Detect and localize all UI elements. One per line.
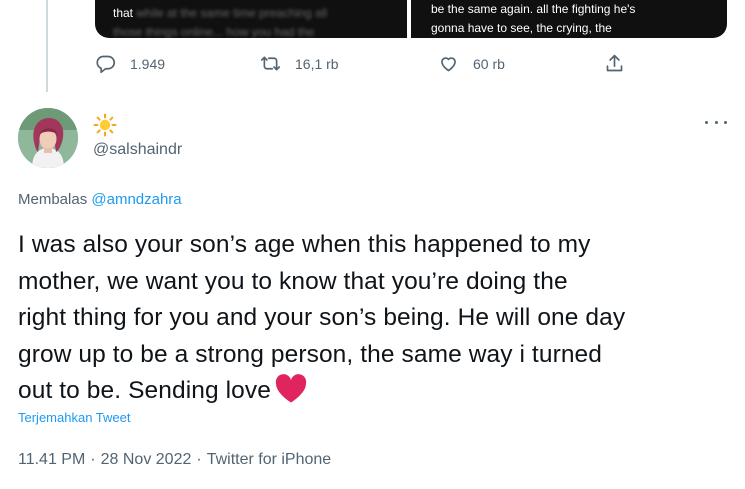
share-button[interactable] — [604, 53, 625, 74]
tweet-text-line: right thing for you and your son’s being… — [18, 304, 626, 331]
tweet-text-line: I was also your son’s age when this happ… — [18, 231, 591, 258]
retweet-button[interactable]: 16,1 rb — [260, 53, 339, 74]
tweet-text-line: out to be. Sending love — [18, 377, 271, 404]
red-heart-emoji-icon — [275, 374, 307, 403]
replying-to: Membalas @amndzahra — [18, 191, 182, 208]
media-image-left[interactable]: that while at the same time preaching al… — [95, 0, 407, 38]
tweet-metadata: 11.41 PM · 28 Nov 2022 · Twitter for iPhone — [18, 451, 331, 469]
tweet-text-last-line: out to be. Sending love — [18, 373, 733, 410]
tweet-time[interactable]: 11.41 PM — [18, 451, 85, 468]
more-dot-icon — [714, 120, 718, 124]
tweet-text-line: grow up to be a strong person, the same … — [18, 340, 603, 368]
tweet-date[interactable]: 28 Nov 2022 — [101, 451, 192, 468]
sun-emoji-icon — [93, 113, 117, 137]
more-dot-icon — [705, 120, 708, 124]
meta-separator: · — [196, 451, 202, 468]
retweet-icon — [260, 56, 281, 71]
media-left-blurred-text: while at the same time preaching all — [136, 6, 328, 20]
reply-button[interactable]: 1.949 — [95, 53, 165, 74]
tweet-action-bar: 1.949 16,1 rb 60 rb — [95, 53, 635, 81]
reply-prefix: Membalas — [18, 191, 88, 208]
avatar-photo — [18, 108, 78, 168]
reply-icon — [96, 55, 116, 74]
media-right-line-1: be the same again. all the fighting he's — [431, 2, 636, 16]
meta-separator: · — [90, 451, 96, 468]
tweet-text-line: mother, we want you to know that you’re … — [18, 267, 568, 295]
more-options-button[interactable] — [705, 117, 727, 127]
tweet-text: I was also your son’s age when this happ… — [18, 227, 733, 410]
share-icon — [606, 54, 623, 72]
heart-outline-icon — [441, 57, 456, 72]
like-button[interactable]: 60 rb — [438, 53, 505, 74]
retweet-count: 16,1 rb — [295, 55, 339, 72]
reply-to-handle-link[interactable]: @amndzahra — [91, 191, 181, 208]
media-left-text: that — [113, 6, 134, 20]
user-handle[interactable]: @salshaindr — [93, 141, 182, 159]
like-count: 60 rb — [473, 55, 505, 72]
tweet-media-grid: that while at the same time preaching al… — [95, 0, 727, 38]
media-left-blurred-text-2: those things online... how you had the — [113, 25, 315, 38]
tweet-source[interactable]: Twitter for iPhone — [207, 451, 332, 468]
media-image-right[interactable]: be the same again. all the fighting he's… — [411, 0, 727, 38]
more-dot-icon — [724, 120, 727, 124]
media-right-line-2: gonna have to see, the crying, the — [431, 21, 612, 35]
translate-tweet-link[interactable]: Terjemahkan Tweet — [18, 410, 131, 425]
reply-count: 1.949 — [130, 55, 166, 72]
thread-connector-line — [46, 0, 48, 92]
avatar[interactable] — [18, 108, 78, 168]
